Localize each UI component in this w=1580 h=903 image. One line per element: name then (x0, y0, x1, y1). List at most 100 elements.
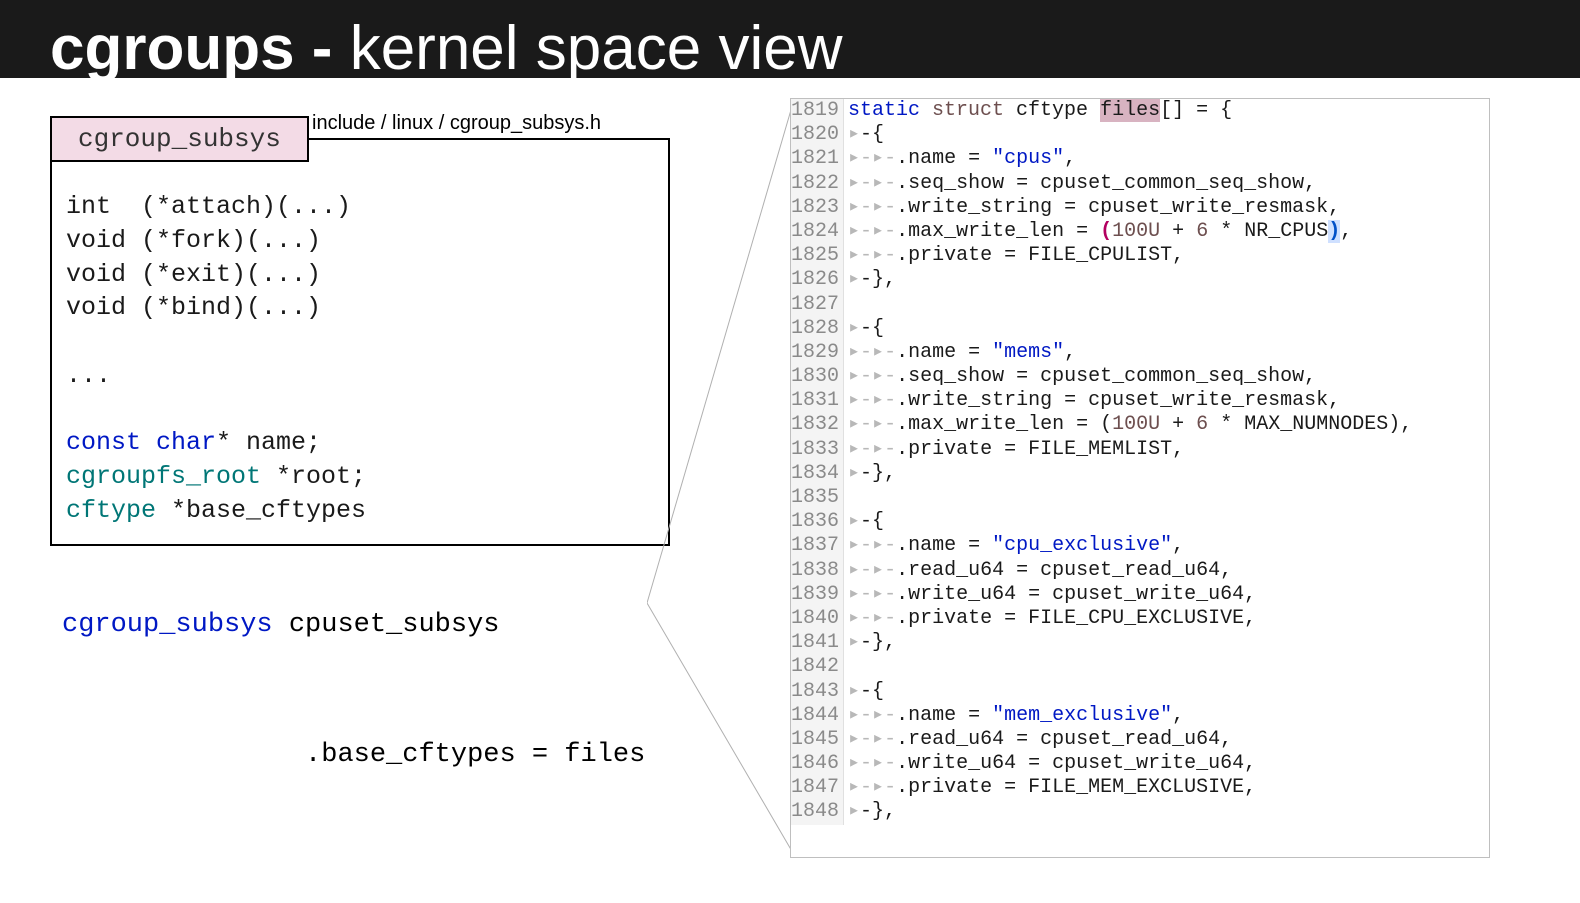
code-line: 1822▸-▸-.seq_show = cpuset_common_seq_sh… (791, 172, 1489, 196)
code-text: ▸-▸-.private = FILE_CPULIST, (844, 244, 1184, 268)
code-text: static struct cftype files[] = { (844, 99, 1232, 123)
line-number: 1841 (791, 631, 844, 655)
code-text: ▸-▸-.read_u64 = cpuset_read_u64, (844, 728, 1232, 752)
code-text: ▸-▸-.name = "mem_exclusive", (844, 704, 1184, 728)
code-text: ▸-{ (844, 680, 884, 704)
line-number: 1835 (791, 486, 844, 510)
title-bold: cgroups - (50, 14, 350, 83)
code-text: ▸-▸-.write_u64 = cpuset_write_u64, (844, 752, 1256, 776)
line-number: 1823 (791, 196, 844, 220)
slide-content: cgroup_subsys include / linux / cgroup_s… (0, 78, 1580, 863)
code-line: 1837▸-▸-.name = "cpu_exclusive", (791, 534, 1489, 558)
code-line: 1838▸-▸-.read_u64 = cpuset_read_u64, (791, 559, 1489, 583)
code-line: 1841▸-}, (791, 631, 1489, 655)
code-line: 1830▸-▸-.seq_show = cpuset_common_seq_sh… (791, 365, 1489, 389)
line-number: 1833 (791, 438, 844, 462)
code-line: 1835 (791, 486, 1489, 510)
code-line: 1833▸-▸-.private = FILE_MEMLIST, (791, 438, 1489, 462)
code-line: 1846▸-▸-.write_u64 = cpuset_write_u64, (791, 752, 1489, 776)
line-number: 1839 (791, 583, 844, 607)
code-text: ▸-▸-.max_write_len = (100U + 6 * NR_CPUS… (844, 220, 1352, 244)
code-text: ▸-{ (844, 510, 884, 534)
code-text: ▸-▸-.private = FILE_CPU_EXCLUSIVE, (844, 607, 1256, 631)
line-number: 1843 (791, 680, 844, 704)
code-text: ▸-▸-.name = "cpus", (844, 147, 1076, 171)
line-number: 1842 (791, 655, 844, 679)
code-line: 1844▸-▸-.name = "mem_exclusive", (791, 704, 1489, 728)
line-number: 1844 (791, 704, 844, 728)
code-text: ▸-▸-.write_u64 = cpuset_write_u64, (844, 583, 1256, 607)
line-number: 1846 (791, 752, 844, 776)
code-line: 1827 (791, 293, 1489, 317)
code-line: 1840▸-▸-.private = FILE_CPU_EXCLUSIVE, (791, 607, 1489, 631)
code-line: 1821▸-▸-.name = "cpus", (791, 147, 1489, 171)
code-line: 1819static struct cftype files[] = { (791, 99, 1489, 123)
line-number: 1837 (791, 534, 844, 558)
line-number: 1824 (791, 220, 844, 244)
struct-body: int (*attach)(...) void (*fork)(...) voi… (66, 190, 654, 528)
line-number: 1848 (791, 800, 844, 824)
code-line: 1828▸-{ (791, 317, 1489, 341)
code-text: ▸-}, (844, 631, 896, 655)
code-text (844, 655, 848, 679)
code-text: ▸-▸-.name = "mems", (844, 341, 1076, 365)
code-text: ▸-▸-.private = FILE_MEMLIST, (844, 438, 1184, 462)
code-text: ▸-{ (844, 317, 884, 341)
code-line: 1824▸-▸-.max_write_len = (100U + 6 * NR_… (791, 220, 1489, 244)
line-number: 1828 (791, 317, 844, 341)
code-line: 1820▸-{ (791, 123, 1489, 147)
code-text: ▸-}, (844, 462, 896, 486)
struct-tag: cgroup_subsys (50, 116, 309, 162)
code-text: ▸-▸-.seq_show = cpuset_common_seq_show, (844, 365, 1316, 389)
code-text: ▸-▸-.private = FILE_MEM_EXCLUSIVE, (844, 776, 1256, 800)
title-thin: kernel space view (350, 14, 843, 83)
code-line: 1832▸-▸-.max_write_len = (100U + 6 * MAX… (791, 413, 1489, 437)
line-number: 1822 (791, 172, 844, 196)
code-text: ▸-{ (844, 123, 884, 147)
line-number: 1832 (791, 413, 844, 437)
code-panel: 1819static struct cftype files[] = {1820… (790, 98, 1490, 858)
line-number: 1827 (791, 293, 844, 317)
code-text: ▸-}, (844, 800, 896, 824)
code-text: ▸-}, (844, 268, 896, 292)
line-number: 1820 (791, 123, 844, 147)
line-number: 1845 (791, 728, 844, 752)
code-line: 1823▸-▸-.write_string = cpuset_write_res… (791, 196, 1489, 220)
line-number: 1821 (791, 147, 844, 171)
line-number: 1826 (791, 268, 844, 292)
code-line: 1847▸-▸-.private = FILE_MEM_EXCLUSIVE, (791, 776, 1489, 800)
code-text: ▸-▸-.name = "cpu_exclusive", (844, 534, 1184, 558)
line-number: 1836 (791, 510, 844, 534)
code-text (844, 293, 848, 317)
line-number: 1838 (791, 559, 844, 583)
instance-line-2: .base_cftypes = files (62, 734, 645, 777)
code-line: 1839▸-▸-.write_u64 = cpuset_write_u64, (791, 583, 1489, 607)
line-number: 1834 (791, 462, 844, 486)
line-number: 1819 (791, 99, 844, 123)
code-line: 1831▸-▸-.write_string = cpuset_write_res… (791, 389, 1489, 413)
code-text: ▸-▸-.max_write_len = (100U + 6 * MAX_NUM… (844, 413, 1412, 437)
code-line: 1845▸-▸-.read_u64 = cpuset_read_u64, (791, 728, 1489, 752)
code-text: ▸-▸-.read_u64 = cpuset_read_u64, (844, 559, 1232, 583)
slide-title-bar: cgroups - kernel space view (0, 0, 1580, 78)
line-number: 1830 (791, 365, 844, 389)
instance-declaration: cgroup_subsys cpuset_subsys .base_cftype… (62, 518, 645, 864)
code-line: 1843▸-{ (791, 680, 1489, 704)
line-number: 1847 (791, 776, 844, 800)
code-text: ▸-▸-.write_string = cpuset_write_resmask… (844, 389, 1340, 413)
instance-line-1: cgroup_subsys cpuset_subsys (62, 604, 645, 647)
line-number: 1829 (791, 341, 844, 365)
line-number: 1825 (791, 244, 844, 268)
code-line: 1842 (791, 655, 1489, 679)
line-number: 1831 (791, 389, 844, 413)
line-number: 1840 (791, 607, 844, 631)
code-line: 1829▸-▸-.name = "mems", (791, 341, 1489, 365)
slide-title: cgroups - kernel space view (50, 18, 1530, 80)
code-text (844, 486, 848, 510)
code-line: 1848▸-}, (791, 800, 1489, 824)
code-line: 1834▸-}, (791, 462, 1489, 486)
header-file-path: include / linux / cgroup_subsys.h (312, 112, 601, 135)
code-line: 1826▸-}, (791, 268, 1489, 292)
code-line: 1836▸-{ (791, 510, 1489, 534)
struct-box: cgroup_subsys include / linux / cgroup_s… (50, 138, 670, 546)
